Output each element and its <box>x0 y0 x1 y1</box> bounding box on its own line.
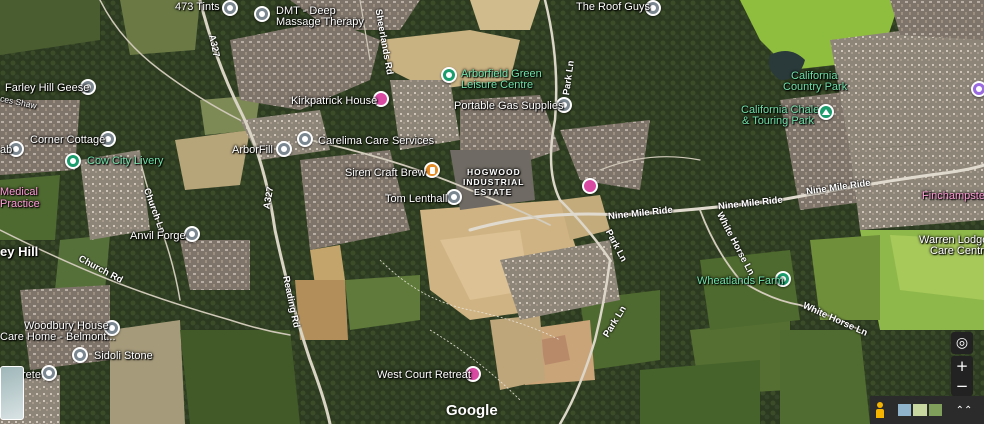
place-label-california-chalet-2[interactable]: & Touring Park <box>742 115 814 127</box>
pin-dot-icon <box>451 194 457 200</box>
place-label-dmt-2[interactable]: Massage Therapy <box>276 16 364 28</box>
place-label-hogwood-2[interactable]: INDUSTRIAL <box>463 178 524 187</box>
place-label-carelima[interactable]: Carelima Care Services <box>318 135 434 147</box>
pin-dot-icon <box>446 72 452 78</box>
place-label-medical-2[interactable]: Practice <box>0 198 40 210</box>
place-label-anvil-forge[interactable]: Anvil Forge <box>130 230 186 242</box>
place-label-farley-geese[interactable]: Farley Hill Geese <box>5 82 89 94</box>
place-label-473-tints[interactable]: 473 Tints <box>175 1 220 13</box>
zoom-in-button[interactable]: + <box>951 356 973 376</box>
place-label-siren-craft[interactable]: Siren Craft Brew <box>345 167 426 179</box>
place-pin-pink-park[interactable] <box>582 178 598 194</box>
place-pin-sidoli[interactable] <box>72 347 88 363</box>
place-label-ab[interactable]: ab <box>0 144 12 156</box>
pin-dot-icon <box>13 146 19 152</box>
pin-dot-icon <box>650 5 656 11</box>
place-pin-anvil-forge[interactable] <box>184 226 200 242</box>
pin-dot-icon <box>70 158 76 164</box>
place-label-arborfield-green-2[interactable]: Leisure Centre <box>461 79 533 91</box>
bottom-toolbar: ⌃⌃ <box>870 396 984 424</box>
place-label-sidoli[interactable]: Sidoli Stone <box>94 350 153 362</box>
place-pin-tom-lenthall[interactable] <box>446 189 462 205</box>
pin-dot-icon <box>302 136 308 142</box>
pin-dot-icon <box>46 370 52 376</box>
place-pin-cow-city[interactable] <box>65 153 81 169</box>
minus-icon: − <box>955 377 969 395</box>
place-label-rete[interactable]: rete <box>22 369 41 381</box>
imagery-thumbnails[interactable] <box>898 404 942 416</box>
place-pin-arborfill[interactable] <box>276 141 292 157</box>
place-label-cow-city[interactable]: Cow City Livery <box>87 155 163 167</box>
pin-dot-icon <box>77 352 83 358</box>
place-label-warren-lodge-2[interactable]: Care Centre <box>930 245 984 257</box>
pin-dot-icon <box>259 11 265 17</box>
area-label-ey-hill: ey Hill <box>0 244 39 259</box>
layers-thumbnail[interactable] <box>0 366 24 420</box>
my-location-button[interactable]: ◎ <box>951 332 973 354</box>
place-pin-473-tints[interactable] <box>222 0 238 16</box>
pin-dot-icon <box>281 146 287 152</box>
place-label-roof-guys[interactable]: The Roof Guys <box>576 1 650 13</box>
place-label-portable-gas[interactable]: Portable Gas Supplies <box>454 100 563 112</box>
place-pin-edge-right[interactable] <box>971 81 984 97</box>
place-pin-california-chalet[interactable] <box>818 104 834 120</box>
place-pin-arborfield-green[interactable] <box>441 67 457 83</box>
zoom-out-button[interactable]: − <box>951 376 973 396</box>
place-label-corner-cottage[interactable]: Corner Cottage <box>30 134 105 146</box>
place-label-west-court[interactable]: West Court Retreat <box>377 369 471 381</box>
pin-dot-icon <box>189 231 195 237</box>
place-label-woodbury-2[interactable]: Care Home - Belmont... <box>0 331 116 343</box>
pin-dot-icon <box>105 136 111 142</box>
place-label-wheatlands[interactable]: Wheatlands Farm <box>697 275 784 287</box>
place-label-medical[interactable]: Medical <box>0 186 38 198</box>
pin-dot-icon <box>976 86 982 92</box>
expand-button[interactable]: ⌃⌃ <box>954 400 974 420</box>
place-label-hogwood-3[interactable]: ESTATE <box>474 188 512 197</box>
beer-icon <box>429 166 435 174</box>
crosshair-icon: ◎ <box>955 335 969 351</box>
place-pin-dmt[interactable] <box>254 6 270 22</box>
tent-icon <box>822 109 830 115</box>
place-label-finchampstead[interactable]: Finchampstea <box>922 190 984 202</box>
place-label-hogwood[interactable]: HOGWOOD <box>467 168 521 177</box>
place-pin-rete[interactable] <box>41 365 57 381</box>
pegman-icon[interactable] <box>876 402 884 418</box>
place-pin-carelima[interactable] <box>297 131 313 147</box>
place-label-arborfill[interactable]: ArborFill <box>232 144 273 156</box>
place-label-tom-lenthall[interactable]: Tom Lenthall <box>385 193 447 205</box>
pin-dot-icon <box>227 5 233 11</box>
plus-icon: + <box>955 357 969 375</box>
place-pin-siren-craft[interactable] <box>424 162 440 178</box>
place-label-kirkpatrick[interactable]: Kirkpatrick House <box>291 95 377 107</box>
chevron-up-icon: ⌃⌃ <box>955 404 973 416</box>
google-logo: Google <box>446 402 498 419</box>
place-label-california-cp-2[interactable]: Country Park <box>783 81 847 93</box>
